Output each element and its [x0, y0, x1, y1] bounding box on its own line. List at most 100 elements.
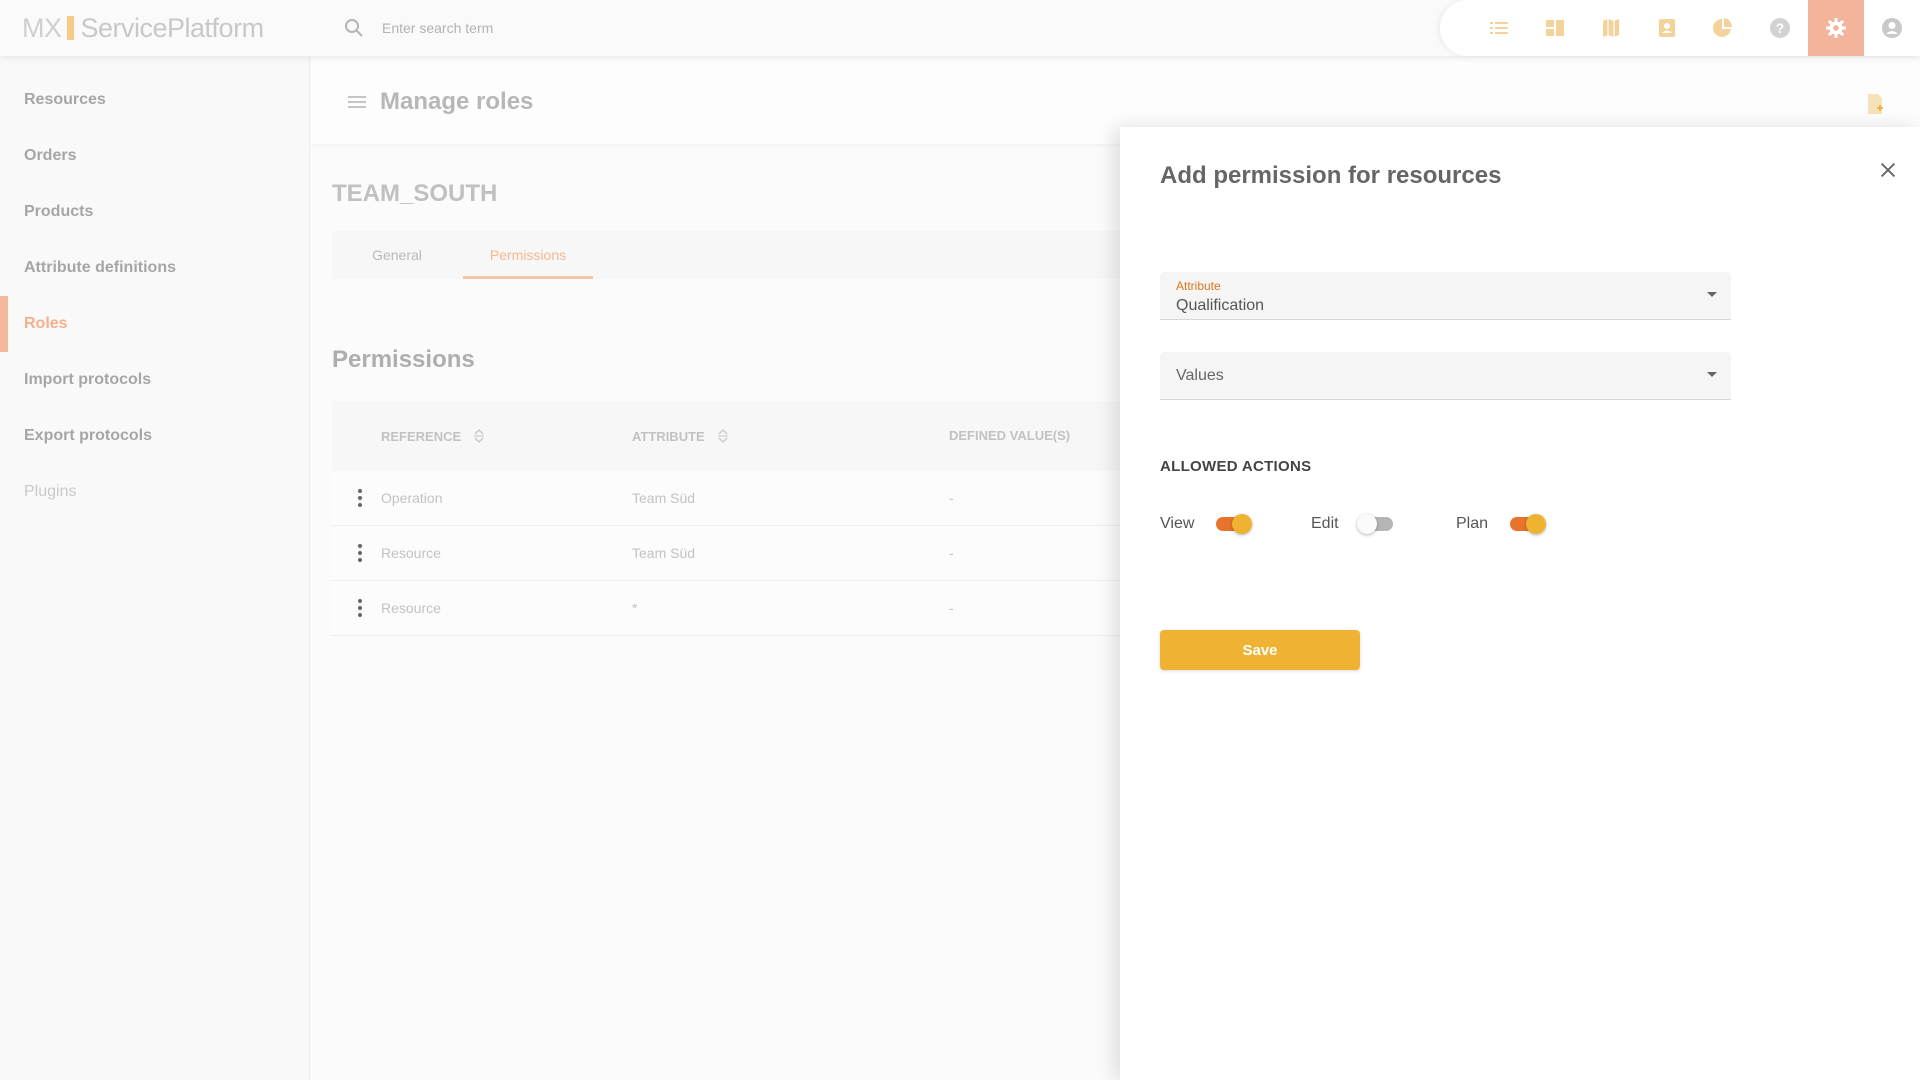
list-button[interactable] — [1471, 0, 1527, 56]
contacts-icon — [1659, 19, 1675, 37]
logo-name: ServicePlatform — [80, 12, 265, 43]
list-icon — [1490, 22, 1508, 34]
pie-chart-button[interactable] — [1695, 0, 1751, 56]
add-permission-panel: Add permission for resources Attribute Q… — [1120, 127, 1920, 1080]
column-header-label: DEFINED VALUE(S) — [949, 428, 1071, 443]
search-icon[interactable] — [342, 16, 366, 40]
sidebar-item-orders[interactable]: Orders — [0, 128, 310, 184]
dashboard-button[interactable] — [1527, 0, 1583, 56]
tab-general[interactable]: General — [332, 231, 462, 279]
sidebar-item-plugins[interactable]: Plugins — [0, 464, 310, 520]
values-select[interactable]: Values — [1160, 352, 1731, 400]
panel-title: Add permission for resources — [1160, 162, 1502, 189]
sort-icon[interactable] — [717, 428, 729, 444]
column-header-label: REFERENCE — [381, 428, 462, 444]
dashboard-icon — [1546, 20, 1564, 36]
account-icon — [1882, 18, 1902, 38]
cell-values: - — [949, 600, 954, 616]
more-vert-icon[interactable] — [357, 543, 363, 563]
cell-attribute: * — [632, 600, 638, 616]
switch-knob — [1232, 514, 1253, 534]
menu-icon[interactable] — [345, 90, 369, 114]
attribute-select-value: Qualification — [1176, 297, 1265, 314]
more-vert-icon[interactable] — [357, 598, 363, 618]
sidebar-item-import-protocols[interactable]: Import protocols — [0, 352, 310, 408]
cell-attribute: Team Süd — [632, 490, 696, 506]
column-header-defined-values: DEFINED VALUE(S) — [949, 428, 1070, 443]
help-button[interactable]: ? — [1752, 0, 1808, 56]
table-row[interactable]: Resource * - — [332, 581, 1172, 636]
settings-icon — [1826, 18, 1846, 38]
role-name: TEAM_SOUTH — [332, 180, 498, 207]
svg-text:?: ? — [1776, 20, 1785, 36]
toggle-label: Plan — [1456, 515, 1489, 532]
close-icon — [1880, 162, 1896, 178]
sidebar-item-label: Roles — [24, 315, 68, 332]
map-icon — [1603, 19, 1619, 37]
allowed-actions-heading: ALLOWED ACTIONS — [1160, 458, 1312, 475]
settings-button[interactable] — [1808, 0, 1864, 56]
dropdown-arrow-icon — [1707, 292, 1717, 297]
sidebar-item-label: Products — [24, 203, 94, 220]
search-input[interactable] — [382, 16, 782, 40]
attribute-select[interactable]: Attribute Qualification — [1160, 272, 1731, 320]
dropdown-arrow-icon — [1707, 372, 1717, 377]
sidebar: Resources Orders Products Attribute defi… — [0, 56, 310, 1080]
account-button[interactable] — [1864, 0, 1920, 56]
page-title: Manage roles — [380, 88, 534, 115]
more-vert-icon[interactable] — [357, 488, 363, 508]
sidebar-item-products[interactable]: Products — [0, 184, 310, 240]
sidebar-item-label: Resources — [24, 91, 106, 108]
sidebar-item-export-protocols[interactable]: Export protocols — [0, 408, 310, 464]
table-header: REFERENCE ATTRIBUTE DEFINED VALUE(S) — [332, 401, 1172, 471]
sidebar-item-attribute-definitions[interactable]: Attribute definitions — [0, 240, 310, 296]
toggle-label: View — [1160, 515, 1195, 532]
view-switch[interactable] — [1212, 512, 1253, 536]
help-icon: ? — [1770, 18, 1790, 38]
attribute-select-label: Attribute — [1176, 279, 1221, 293]
toggle-label: Edit — [1311, 515, 1339, 532]
tab-label: General — [372, 247, 422, 263]
cell-reference: Resource — [381, 545, 441, 561]
section-title: Permissions — [332, 346, 475, 373]
column-header-reference[interactable]: REFERENCE — [381, 428, 485, 444]
app-logo[interactable]: MX ServicePlatform — [22, 12, 264, 44]
sidebar-item-label: Export protocols — [24, 427, 153, 444]
tab-label: Permissions — [489, 247, 567, 263]
cell-values: - — [949, 545, 954, 561]
toggle-plan: Plan — [1456, 512, 1547, 536]
switch-knob — [1526, 514, 1547, 534]
column-header-attribute[interactable]: ATTRIBUTE — [632, 428, 729, 444]
sidebar-item-label: Attribute definitions — [24, 259, 176, 276]
contacts-button[interactable] — [1639, 0, 1695, 56]
cell-values: - — [949, 490, 954, 506]
top-bar: MX ServicePlatform ? — [0, 0, 1920, 56]
sidebar-item-roles[interactable]: Roles — [0, 296, 310, 352]
table-row[interactable]: Resource Team Süd - — [332, 526, 1172, 581]
pie-chart-icon — [1713, 18, 1733, 37]
sidebar-item-label: Plugins — [24, 483, 77, 500]
cell-attribute: Team Süd — [632, 545, 696, 561]
toolbar: ? — [1440, 0, 1920, 56]
add-document-icon[interactable] — [1863, 92, 1887, 116]
edit-switch[interactable] — [1356, 512, 1397, 536]
sidebar-item-resources[interactable]: Resources — [0, 72, 310, 128]
cell-reference: Resource — [381, 600, 441, 616]
sidebar-item-label: Orders — [24, 147, 77, 164]
plan-switch[interactable] — [1506, 512, 1547, 536]
tab-permissions[interactable]: Permissions — [463, 231, 593, 279]
toggle-view: View — [1160, 512, 1253, 536]
logo-prefix: MX — [22, 12, 62, 43]
switch-knob — [1356, 514, 1377, 534]
cell-reference: Operation — [381, 490, 443, 506]
map-button[interactable] — [1583, 0, 1639, 56]
sidebar-item-label: Import protocols — [24, 371, 152, 388]
save-button[interactable]: Save — [1160, 630, 1360, 670]
toggle-edit: Edit — [1311, 512, 1397, 536]
table-row[interactable]: Operation Team Süd - — [332, 471, 1172, 526]
close-button[interactable] — [1872, 154, 1904, 186]
logo-bar — [66, 16, 74, 40]
column-header-label: ATTRIBUTE — [632, 428, 705, 444]
sort-icon[interactable] — [473, 428, 485, 444]
values-select-placeholder: Values — [1176, 367, 1224, 384]
